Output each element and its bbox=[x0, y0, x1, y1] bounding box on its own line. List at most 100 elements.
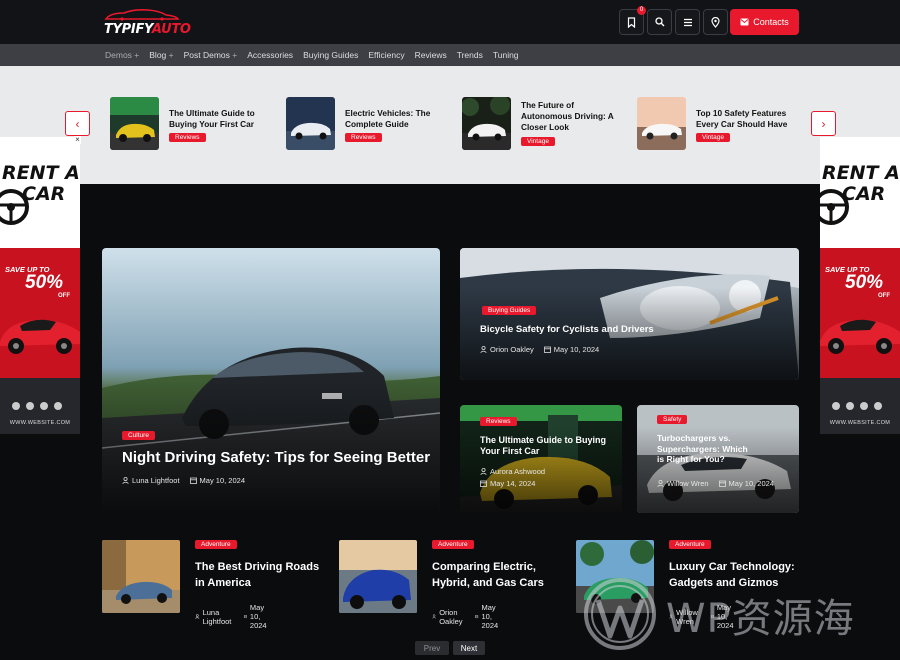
user-icon bbox=[195, 614, 200, 619]
ad-social-icons bbox=[832, 402, 882, 410]
featured-small-card[interactable]: Safety Turbochargers vs. Superchargers: … bbox=[637, 405, 799, 513]
search-icon bbox=[654, 17, 664, 27]
calendar-icon bbox=[543, 346, 551, 353]
slider-item-title[interactable]: The Ultimate Guide to Buying Your First … bbox=[169, 108, 264, 130]
slider-item-title[interactable]: Electric Vehicles: The Complete Guide bbox=[345, 108, 440, 130]
featured-main-card[interactable]: Culture Night Driving Safety: Tips for S… bbox=[102, 248, 440, 513]
post-meta: Orion Oakley May 10, 2024 bbox=[432, 603, 502, 630]
slider-thumbnail[interactable] bbox=[286, 97, 335, 150]
chevron-left-icon: ‹ bbox=[75, 116, 80, 131]
logo-wordmark: TYPIFYAUTO bbox=[104, 22, 191, 37]
facebook-icon bbox=[874, 402, 882, 410]
post-meta: Luna Lightfoot May 10, 2024 bbox=[122, 476, 245, 485]
site-logo[interactable]: TYPIFYAUTO bbox=[104, 9, 191, 37]
featured-top-right-card[interactable]: Buying Guides Bicycle Safety for Cyclist… bbox=[460, 248, 799, 380]
slider-next-button[interactable]: › bbox=[811, 111, 836, 136]
right-ad-banner[interactable]: RENT A CAR SAVE UP TO 50% OFF WWW.WEBSITE… bbox=[820, 137, 900, 434]
category-badge[interactable]: Adventure bbox=[195, 540, 237, 549]
nav-item-post-demos[interactable]: Post Demos bbox=[184, 50, 238, 60]
ad-close-button[interactable]: × bbox=[74, 136, 81, 144]
contacts-label: Contacts bbox=[753, 17, 789, 27]
main-nav: Demos Blog Post Demos Accessories Buying… bbox=[0, 44, 900, 66]
user-icon bbox=[122, 477, 129, 484]
post-date: May 14, 2024 bbox=[490, 479, 536, 488]
featured-card-title[interactable]: Bicycle Safety for Cyclists and Drivers bbox=[480, 324, 700, 336]
x-icon bbox=[26, 402, 34, 410]
nav-item-accessories[interactable]: Accessories bbox=[247, 50, 293, 60]
nav-item-efficiency[interactable]: Efficiency bbox=[368, 50, 404, 60]
user-icon bbox=[432, 614, 437, 619]
ad-social-icons bbox=[12, 402, 62, 410]
slider-item-tag[interactable]: Vintage bbox=[521, 137, 555, 146]
nav-item-buying-guides[interactable]: Buying Guides bbox=[303, 50, 358, 60]
slider-item-title[interactable]: Top 10 Safety Features Every Car Should … bbox=[696, 108, 791, 130]
left-ad-banner[interactable]: RENT A CAR SAVE UP TO 50% OFF WWW.WEBSITE… bbox=[0, 137, 80, 434]
location-button[interactable] bbox=[703, 9, 728, 35]
steering-wheel-icon bbox=[820, 189, 849, 225]
featured-main-title[interactable]: Night Driving Safety: Tips for Seeing Be… bbox=[122, 449, 432, 468]
telegram-icon bbox=[832, 402, 840, 410]
bookmark-count-badge: 0 bbox=[637, 6, 646, 15]
featured-card-title[interactable]: Turbochargers vs. Superchargers: Which i… bbox=[657, 433, 757, 465]
nav-item-blog[interactable]: Blog bbox=[149, 50, 173, 60]
author-name[interactable]: Luna Lightfoot bbox=[132, 476, 180, 485]
calendar-icon bbox=[243, 615, 247, 619]
slider-item-tag[interactable]: Vintage bbox=[696, 133, 730, 142]
list-item-title[interactable]: The Best Driving Roads in America bbox=[195, 559, 325, 591]
category-badge[interactable]: Culture bbox=[122, 431, 155, 440]
category-badge[interactable]: Adventure bbox=[669, 540, 711, 549]
contacts-button[interactable]: Contacts bbox=[730, 9, 799, 35]
bookmark-button[interactable]: 0 bbox=[619, 6, 646, 35]
author-name[interactable]: Aurora Ashwood bbox=[490, 467, 545, 476]
category-badge[interactable]: Reviews bbox=[480, 417, 517, 426]
post-date: May 10, 2024 bbox=[481, 603, 499, 630]
post-date: May 10, 2024 bbox=[249, 603, 267, 630]
ad-car-image bbox=[820, 319, 900, 354]
slider-item-tag[interactable]: Reviews bbox=[169, 133, 206, 142]
steering-wheel-icon bbox=[0, 189, 29, 225]
facebook-icon bbox=[54, 402, 62, 410]
author-name[interactable]: Orion Oakley bbox=[439, 608, 465, 626]
post-date: May 10, 2024 bbox=[199, 476, 245, 485]
post-meta: Luna Lightfoot May 10, 2024 bbox=[195, 603, 270, 630]
featured-small-card[interactable]: Reviews The Ultimate Guide to Buying You… bbox=[460, 405, 622, 513]
author-name[interactable]: Willow Wren bbox=[667, 479, 709, 488]
slider-thumbnail[interactable] bbox=[637, 97, 686, 150]
ad-car-image bbox=[0, 319, 80, 354]
list-thumbnail[interactable] bbox=[102, 540, 180, 613]
featured-card-title[interactable]: The Ultimate Guide to Buying Your First … bbox=[480, 435, 610, 458]
category-badge[interactable]: Safety bbox=[657, 415, 688, 424]
prev-page-button[interactable]: Prev bbox=[415, 641, 449, 655]
slider-item-title[interactable]: The Future of Autonomous Driving: A Clos… bbox=[521, 100, 616, 133]
author-name[interactable]: Luna Lightfoot bbox=[203, 608, 234, 626]
x-icon bbox=[846, 402, 854, 410]
location-pin-icon bbox=[711, 16, 720, 28]
category-badge[interactable]: Buying Guides bbox=[482, 306, 537, 315]
instagram-icon bbox=[860, 402, 868, 410]
post-meta: Orion Oakley May 10, 2024 bbox=[480, 345, 599, 354]
instagram-icon bbox=[40, 402, 48, 410]
calendar-icon bbox=[718, 480, 726, 487]
user-icon bbox=[480, 346, 487, 353]
post-date: May 10, 2024 bbox=[553, 345, 600, 354]
slider-prev-button[interactable]: ‹ bbox=[65, 111, 90, 136]
nav-item-reviews[interactable]: Reviews bbox=[415, 50, 447, 60]
nav-item-trends[interactable]: Trends bbox=[457, 50, 483, 60]
nav-item-tuning[interactable]: Tuning bbox=[493, 50, 519, 60]
ad-off-text: OFF bbox=[878, 293, 890, 299]
list-thumbnail[interactable] bbox=[339, 540, 417, 613]
author-name[interactable]: Orion Oakley bbox=[490, 345, 534, 354]
list-item-title[interactable]: Comparing Electric, Hybrid, and Gas Cars bbox=[432, 559, 562, 591]
nav-item-demos[interactable]: Demos bbox=[105, 50, 139, 60]
ad-website: WWW.WEBSITE.COM bbox=[829, 420, 891, 426]
slider-thumbnail[interactable] bbox=[110, 97, 159, 150]
category-badge[interactable]: Adventure bbox=[432, 540, 474, 549]
calendar-icon bbox=[189, 477, 197, 484]
slider-thumbnail[interactable] bbox=[462, 97, 511, 150]
menu-button[interactable] bbox=[675, 9, 700, 35]
slider-item-tag[interactable]: Reviews bbox=[345, 133, 382, 142]
post-meta: Willow Wren May 10, 2024 bbox=[657, 479, 774, 488]
next-page-button[interactable]: Next bbox=[453, 641, 485, 655]
ad-off-text: OFF bbox=[58, 293, 70, 299]
search-button[interactable] bbox=[647, 9, 672, 35]
